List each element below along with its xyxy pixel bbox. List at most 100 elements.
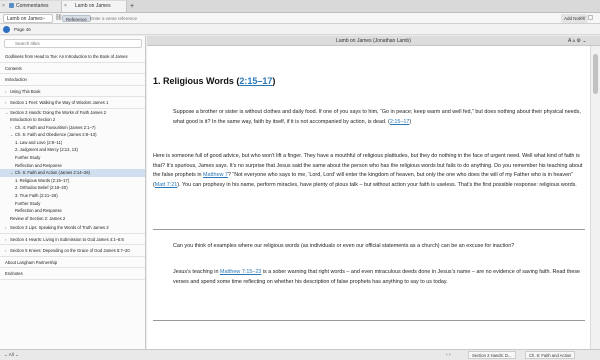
matthew-7-15-23-link[interactable]: Matthew 7:15–23 <box>220 269 261 275</box>
toc-item[interactable]: Reflection and Response <box>0 207 145 215</box>
tab-label: Lamb on James <box>75 3 111 9</box>
divider <box>153 320 585 321</box>
toc-item-label: 2. Judgment and Mercy (2:12, 13) <box>15 147 78 153</box>
body-paragraph: Here is someone full of good advice, but… <box>153 152 585 190</box>
toc-item[interactable]: › Section 1 Feet: Walking the Way of Wisd… <box>0 97 145 109</box>
visual-filter-dropdown[interactable]: ⌄ All ⌄ <box>4 350 19 360</box>
toc-item-label: Introduction <box>5 77 27 82</box>
toc-item[interactable]: › Section 3 Lips: Speaking the Words of T… <box>0 222 145 234</box>
toc-item-label: Ch. 6: Faith and Action (James 2:14–26) <box>15 170 90 176</box>
chevron-down-icon[interactable]: ⌄ <box>10 131 13 139</box>
close-tab-icon[interactable]: × <box>64 1 67 12</box>
toc-item[interactable]: Further Study <box>0 200 145 208</box>
quote-text: Suppose a brother or sister is without c… <box>173 109 581 125</box>
breadcrumb-chapter[interactable]: Ch. 6: Faith and Action <box>525 351 576 359</box>
book-icon <box>9 3 14 8</box>
logos-icon <box>3 26 10 33</box>
toc-item-label: Reflection and Response <box>15 208 62 214</box>
toc-item[interactable]: 1. Religious Words (2:15–17) <box>0 177 145 185</box>
toc-item[interactable]: Godliness from Head to Toe: An Introduct… <box>0 51 145 63</box>
status-bar: ⌄ All ⌄ ‹ › Section 2 Hands: D... Ch. 6:… <box>0 349 600 360</box>
scripture-quote: Suppose a brother or sister is without c… <box>173 108 583 127</box>
toc-item[interactable]: Contents <box>0 63 145 74</box>
chevron-right-icon[interactable]: › <box>5 245 6 256</box>
matt-7-21-link[interactable]: Matt 7:21 <box>155 182 177 188</box>
reference-bar: Lamb on James ⌄ ⛓ Reference Add Notes ⋯ … <box>0 13 600 24</box>
chevron-down-icon[interactable]: ⌄ <box>10 169 13 177</box>
chevron-down-icon[interactable]: ⌄ <box>5 109 8 117</box>
toc-item[interactable]: 2. Judgment and Mercy (2:12, 13) <box>0 146 145 154</box>
paragraph-text: Jesus’s teaching in <box>173 269 220 275</box>
toc-item-label: Ch. 4: Faith and Favouritism (James 2:1–… <box>15 124 96 130</box>
toc-item[interactable]: 3. True Faith (2:21–26) <box>0 192 145 200</box>
toc-item-label: Review of Section 2: James 2 <box>10 215 66 221</box>
toc-item[interactable]: Further Study <box>0 154 145 162</box>
toc-item[interactable]: ⌄ Ch. 5: Faith and Obedience (James 2:8–1… <box>0 131 145 139</box>
quote-reference-link[interactable]: 2:15–17 <box>390 119 410 125</box>
toc-item-label: Section 1 Feet: Walking the Way of Wisdo… <box>10 100 109 105</box>
toc-item[interactable]: Endnotes <box>0 268 145 280</box>
toc-item[interactable]: Introduction <box>0 74 145 86</box>
toc-item[interactable]: 2. Orthodox Belief (2:18–20) <box>0 184 145 192</box>
resource-header: Lamb on James (Jonathan Lamb) A A ⚙ ⌄ <box>147 36 600 46</box>
settings-icon[interactable]: ⚙ <box>577 38 581 44</box>
resource-dropdown-icon[interactable]: ⌄ <box>42 13 46 24</box>
toc-item[interactable]: About Langham Partnership <box>0 257 145 269</box>
scrollbar[interactable] <box>590 46 600 349</box>
toc-item-label: Ch. 5: Faith and Obedience (James 2:8–13… <box>15 132 97 138</box>
toc-item-label: Godliness from Head to Toe: An Introduct… <box>5 54 128 59</box>
toc-item[interactable]: Review of Section 2: James 2 <box>0 215 145 223</box>
chevron-down-icon[interactable]: ⌄ <box>582 38 586 44</box>
toc-item[interactable]: › Using This Book <box>0 86 145 97</box>
reference-type-chip[interactable]: Reference <box>62 15 91 22</box>
chevron-right-icon[interactable]: › <box>10 124 11 132</box>
toc-item-label: 3. True Faith (2:21–26) <box>15 193 58 199</box>
tab-lamb-on-james[interactable]: × Lamb on James <box>61 1 127 12</box>
reference-input[interactable] <box>90 14 210 23</box>
toc-item-label: Contents <box>5 65 22 71</box>
matthew-7-link[interactable]: Matthew 7 <box>203 172 228 178</box>
section-heading: 1. Religious Words (2:15–17) <box>153 76 275 86</box>
toc-item-label: 2. Orthodox Belief (2:18–20) <box>15 185 68 191</box>
chevron-right-icon[interactable]: › <box>5 86 6 97</box>
resource-title: Lamb on James (Jonathan Lamb) <box>336 38 411 44</box>
toc-item-label: Endnotes <box>5 271 23 277</box>
divider <box>153 229 585 230</box>
toc-item[interactable]: 1. Law and Love (2:8–11) <box>0 139 145 147</box>
toc-item-label: Introduction to Section 2 <box>10 117 56 123</box>
toc-item-label: Further Study <box>15 200 41 206</box>
toc-item[interactable]: › Ch. 4: Faith and Favouritism (James 2:1… <box>0 124 145 132</box>
new-tab-button[interactable]: + <box>130 1 134 12</box>
chevron-right-icon[interactable]: › <box>5 97 6 108</box>
toc-item[interactable]: › Section 4 Hearts: Living in Submission … <box>0 234 145 246</box>
text-size-small-icon[interactable]: A <box>572 38 575 43</box>
toc-item-label: About Langham Partnership <box>5 259 58 265</box>
tab-label: Commentaries <box>16 3 49 9</box>
toc-item[interactable]: Reflection and Response <box>0 162 145 170</box>
heading-reference-link[interactable]: 2:15–17 <box>239 76 272 86</box>
quote-close: ) <box>409 118 412 125</box>
chevron-right-icon[interactable]: › <box>5 234 6 245</box>
toc-item[interactable]: Introduction to Section 2 <box>0 116 145 124</box>
toc-item[interactable]: ⌄ Section 2 Hands: Doing the Works of Fai… <box>0 109 145 117</box>
page-number: Page 46 <box>14 27 31 32</box>
panel-menu-icon[interactable]: ⋯ ▢ <box>580 13 593 24</box>
toc-search-input[interactable] <box>4 39 142 48</box>
toc-item-label: Section 5 Knees: Depending on the Grace … <box>10 248 130 254</box>
page-bar: Page 46 <box>0 24 600 35</box>
toc-item[interactable]: › Section 5 Knees: Depending on the Grace… <box>0 245 145 257</box>
chevron-right-icon[interactable]: › <box>5 222 6 233</box>
text-size-icon[interactable]: A <box>568 38 571 44</box>
close-tab-icon[interactable]: × <box>2 1 5 12</box>
breadcrumb-section[interactable]: Section 2 Hands: D... <box>468 351 516 359</box>
scrollbar-thumb[interactable] <box>593 54 598 94</box>
filter-label: All <box>8 352 14 357</box>
reading-pane: 1. Religious Words (2:15–17) Suppose a b… <box>147 46 590 349</box>
toc-item-label: Section 4 Hearts: Living in Submission t… <box>10 236 124 242</box>
toc-list: Godliness from Head to Toe: An Introduct… <box>0 51 145 280</box>
history-nav[interactable]: ‹ › <box>446 350 451 360</box>
toc-item[interactable]: ⌄ Ch. 6: Faith and Action (James 2:14–26) <box>0 169 145 177</box>
heading-text: 1. Religious Words ( <box>153 76 240 86</box>
reflection-paragraph: Jesus’s teaching in Matthew 7:15–23 is a… <box>173 268 583 287</box>
tab-commentaries[interactable]: × Commentaries <box>0 1 61 12</box>
